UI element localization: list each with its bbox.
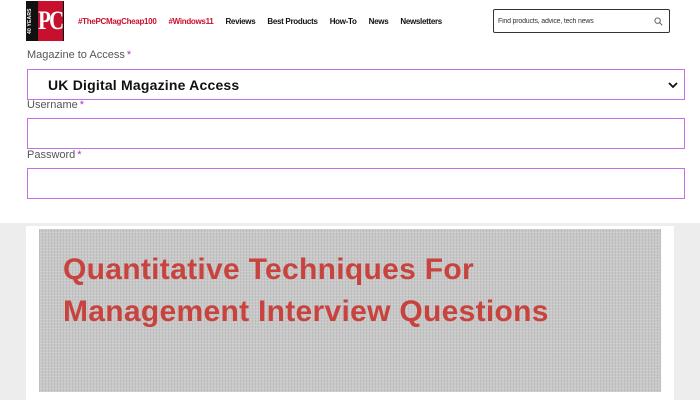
ad-title: Quantitative Techniques For Management I…	[63, 253, 549, 328]
nav-link-newsletters[interactable]: Newsletters	[400, 17, 442, 26]
logo-brand-text: PC	[38, 1, 64, 41]
site-header: 40 YEARS PC #ThePCMagCheap100 #Windows11…	[0, 0, 700, 43]
password-field-wrapper	[27, 168, 685, 199]
username-label: Username *	[27, 99, 84, 111]
chevron-down-icon	[668, 82, 678, 89]
magazine-label-text: Magazine to Access	[27, 49, 125, 61]
search-input[interactable]	[498, 13, 648, 29]
magazine-select-value: UK Digital Magazine Access	[48, 77, 240, 93]
pcmag-logo[interactable]: 40 YEARS PC	[26, 1, 64, 41]
ad-card[interactable]: Quantitative Techniques For Management I…	[26, 226, 674, 400]
nav-link-cheap100[interactable]: #ThePCMagCheap100	[78, 17, 157, 26]
ad-image: Quantitative Techniques For Management I…	[39, 229, 661, 392]
password-label-text: Password	[27, 149, 76, 161]
nav-link-best-products[interactable]: Best Products	[267, 17, 318, 26]
magazine-label: Magazine to Access *	[27, 49, 131, 61]
nav-link-windows11[interactable]: #Windows11	[168, 17, 213, 26]
password-label: Password *	[27, 149, 82, 161]
nav-link-reviews[interactable]: Reviews	[225, 17, 255, 26]
magazine-select[interactable]: UK Digital Magazine Access	[27, 69, 685, 100]
required-mark: *	[79, 99, 85, 111]
search-box	[493, 9, 670, 33]
nav-link-news[interactable]: News	[369, 17, 389, 26]
required-mark: *	[126, 49, 132, 61]
ad-area: Quantitative Techniques For Management I…	[0, 223, 700, 400]
username-field-wrapper	[27, 118, 685, 149]
password-field[interactable]	[28, 169, 684, 198]
required-mark: *	[77, 149, 82, 161]
search-icon[interactable]	[654, 17, 663, 26]
logo-years-text: 40 YEARS	[27, 8, 33, 34]
username-field[interactable]	[28, 119, 684, 148]
main-nav: #ThePCMagCheap100 #Windows11 Reviews Bes…	[78, 17, 442, 26]
login-form: Magazine to Access * UK Digital Magazine …	[0, 43, 700, 223]
nav-link-how-to[interactable]: How-To	[330, 17, 357, 26]
username-label-text: Username	[27, 99, 78, 111]
